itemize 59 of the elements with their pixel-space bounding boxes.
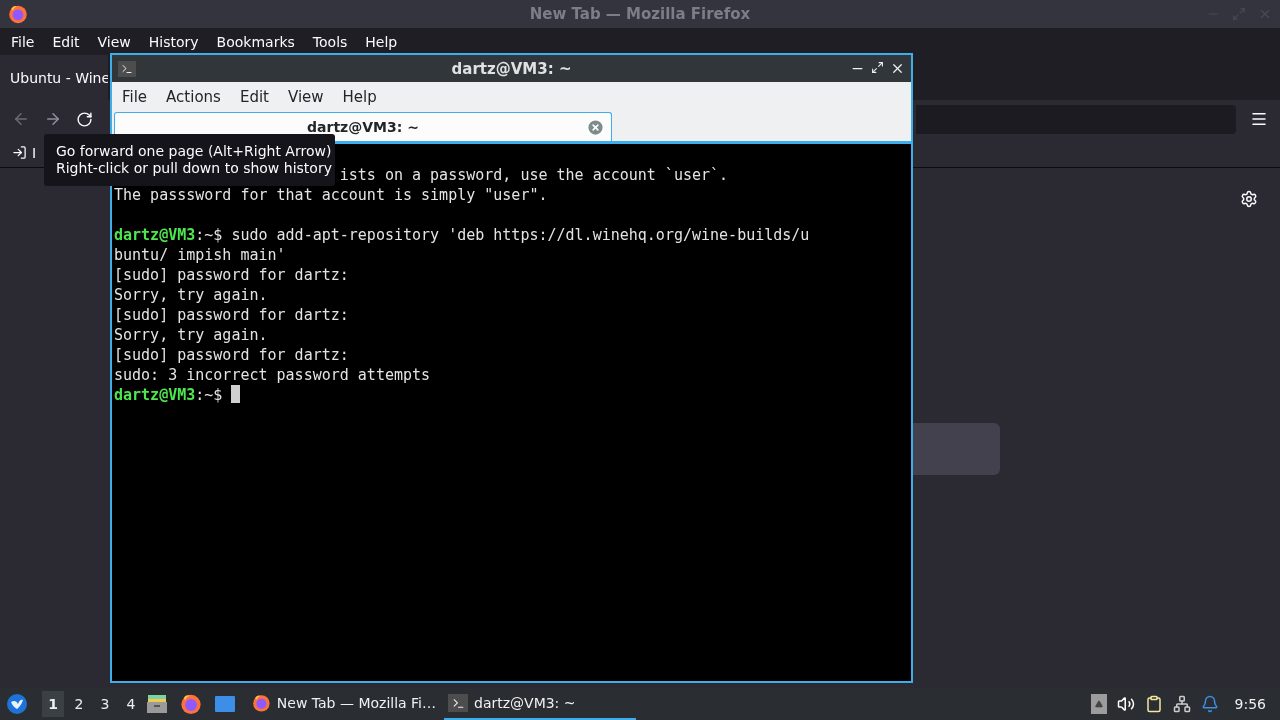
workspace-button[interactable]: 2 xyxy=(68,691,90,717)
workspace-button[interactable]: 1 xyxy=(42,691,64,717)
menu-item[interactable]: File xyxy=(115,88,152,106)
menu-item[interactable]: Edit xyxy=(43,33,89,50)
notification-icon[interactable] xyxy=(1200,695,1219,713)
output-line: ists on a password, use the account `user`. xyxy=(339,166,729,184)
window-title: New Tab — Mozilla Firefox xyxy=(528,5,752,23)
output-line: The passsword for that account is simply "user". xyxy=(114,186,548,204)
close-icon[interactable] xyxy=(890,61,905,76)
window-title: dartz@VM3: ~ xyxy=(450,59,573,78)
prompt-user: dartz@VM3 xyxy=(114,226,196,244)
menu-item[interactable]: Help xyxy=(335,88,381,106)
output-line: [sudo] password for dartz: xyxy=(114,266,349,284)
clock: 9:56 xyxy=(1234,696,1266,712)
firefox-icon xyxy=(180,693,202,715)
command-line: :~$ xyxy=(195,386,224,404)
output-line: Sorry, try again. xyxy=(114,286,268,304)
task-button[interactable]: dartz@VM3: ~ xyxy=(444,688,636,720)
forward-icon[interactable] xyxy=(44,110,62,128)
back-icon[interactable] xyxy=(12,110,30,128)
clipboard-icon[interactable] xyxy=(1144,695,1163,713)
tooltip-text: Right-click or pull down to show history xyxy=(56,160,332,177)
task-button[interactable]: New Tab — Mozilla Fi… xyxy=(248,688,440,720)
firefox-icon xyxy=(8,4,28,24)
workspace-button[interactable]: 3 xyxy=(94,691,116,717)
tooltip-text: Go forward one page (Alt+Right Arrow) xyxy=(56,143,332,160)
terminal-icon xyxy=(448,694,468,712)
workspace-button[interactable]: 4 xyxy=(120,691,142,717)
output-line: Sorry, try again. xyxy=(114,326,268,344)
terminal-icon xyxy=(118,60,136,77)
menu-item[interactable]: Bookmarks xyxy=(207,33,304,50)
window-icon[interactable] xyxy=(214,695,236,713)
firefox-icon xyxy=(252,692,271,714)
start-menu-icon[interactable] xyxy=(6,693,28,715)
settings-icon[interactable] xyxy=(1240,190,1258,208)
menu-icon[interactable] xyxy=(1250,110,1268,128)
prompt-user: dartz@VM3 xyxy=(114,386,196,404)
maximize-icon[interactable] xyxy=(871,61,884,74)
menu-item[interactable]: History xyxy=(139,33,208,50)
output-line: [sudo] password for dartz: xyxy=(114,306,349,324)
import-icon xyxy=(12,145,27,160)
output-line: buntu/ impish main' xyxy=(114,246,286,264)
output-line: sudo: 3 incorrect password attempts xyxy=(114,366,431,384)
menu-item[interactable]: Actions xyxy=(159,88,225,106)
output-line: [sudo] password for dartz: xyxy=(114,346,349,364)
network-icon[interactable] xyxy=(1172,695,1191,713)
speaker-icon[interactable] xyxy=(1116,695,1135,713)
reload-icon[interactable] xyxy=(76,110,93,128)
menu-item[interactable]: Edit xyxy=(232,88,273,106)
menu-item[interactable]: Tools xyxy=(303,33,357,50)
menu-item[interactable]: File xyxy=(2,33,44,50)
close-tab-icon[interactable] xyxy=(586,118,605,137)
eject-icon[interactable] xyxy=(1090,694,1107,714)
menu-item[interactable]: View xyxy=(88,33,140,50)
command-line: :~$ sudo add-apt-repository 'deb https://dl.winehq.org/wine-builds/u xyxy=(195,226,810,244)
menu-item[interactable]: Help xyxy=(356,33,407,50)
bookmark-item[interactable]: I xyxy=(32,144,37,161)
menu-item[interactable]: View xyxy=(280,88,328,106)
file-cabinet-icon[interactable] xyxy=(146,694,168,714)
